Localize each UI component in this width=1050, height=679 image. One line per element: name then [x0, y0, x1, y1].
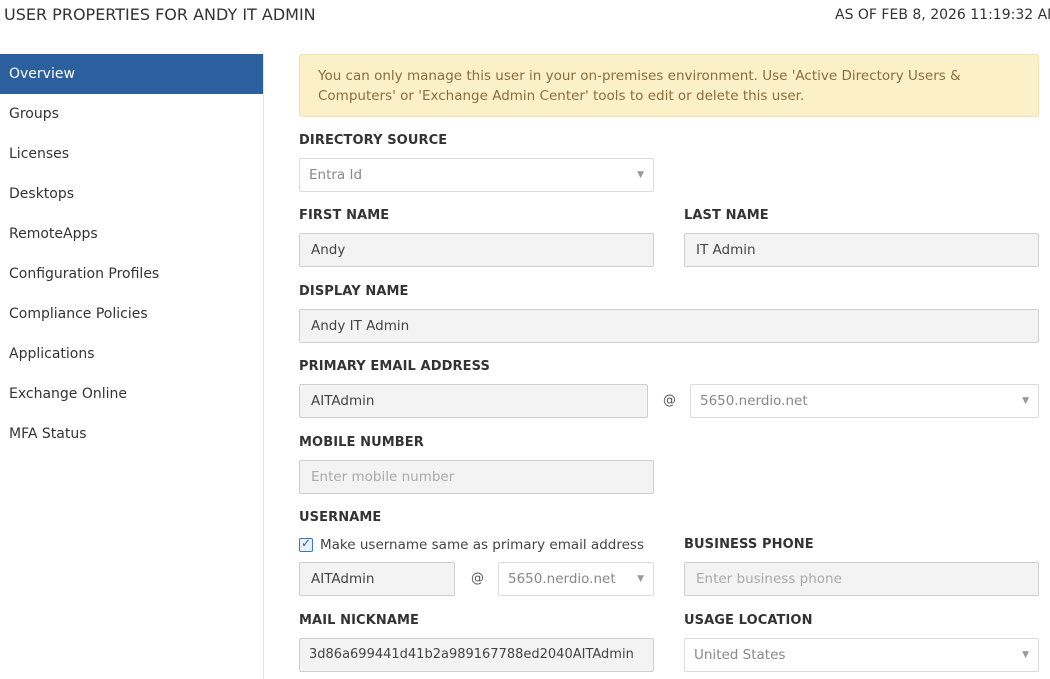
chevron-down-icon: ▼ [1022, 396, 1029, 406]
usage-location-value: United States [694, 647, 786, 663]
email-at-symbol: @ [663, 393, 676, 408]
on-premises-warning-alert: You can only manage this user in your on… [299, 54, 1039, 117]
mobile-number-field[interactable]: Enter mobile number [299, 460, 654, 494]
username-domain-value: 5650.nerdio.net [508, 571, 616, 587]
as-of-timestamp: AS OF FEB 8, 2026 11:19:32 AM [835, 7, 1050, 23]
sidebar-item-compliance-policies[interactable]: Compliance Policies [0, 294, 263, 334]
primary-email-field[interactable]: AITAdmin [299, 384, 648, 418]
sidebar-item-exchange-online[interactable]: Exchange Online [0, 374, 263, 414]
username-at-symbol: @ [471, 571, 484, 586]
sidebar-item-configuration-profiles[interactable]: Configuration Profiles [0, 254, 263, 294]
mobile-number-label: MOBILE NUMBER [299, 435, 424, 450]
display-name-field[interactable]: Andy IT Admin [299, 309, 1039, 343]
directory-source-value: Entra Id [309, 167, 363, 183]
mail-nickname-field[interactable]: 3d86a699441d41b2a989167788ed2040AITAdmin [299, 638, 654, 672]
directory-source-label: DIRECTORY SOURCE [299, 133, 448, 148]
page-title: USER PROPERTIES FOR ANDY IT ADMIN [4, 5, 316, 24]
last-name-field[interactable]: IT Admin [684, 233, 1039, 267]
first-name-field[interactable]: Andy [299, 233, 654, 267]
display-name-label: DISPLAY NAME [299, 284, 409, 299]
mail-nickname-label: MAIL NICKNAME [299, 613, 420, 628]
business-phone-field[interactable]: Enter business phone [684, 562, 1039, 596]
sidebar-item-mfa-status[interactable]: MFA Status [0, 414, 263, 454]
sidebar-item-applications[interactable]: Applications [0, 334, 263, 374]
primary-email-domain-value: 5650.nerdio.net [700, 393, 808, 409]
username-domain-select[interactable]: 5650.nerdio.net ▼ [498, 562, 654, 596]
sidebar-nav: Overview Groups Licenses Desktops Remote… [0, 54, 264, 679]
primary-email-domain-select[interactable]: 5650.nerdio.net ▼ [690, 384, 1039, 418]
chevron-down-icon: ▼ [1022, 650, 1029, 660]
usage-location-label: USAGE LOCATION [684, 613, 813, 628]
directory-source-select[interactable]: Entra Id ▼ [299, 158, 654, 192]
same-as-email-checkbox-label[interactable]: Make username same as primary email addr… [320, 537, 644, 553]
sidebar-item-remoteapps[interactable]: RemoteApps [0, 214, 263, 254]
checkmark-icon: ✓ [301, 536, 312, 550]
chevron-down-icon: ▼ [637, 574, 644, 584]
chevron-down-icon: ▼ [637, 170, 644, 180]
usage-location-select[interactable]: United States ▼ [684, 638, 1039, 672]
sidebar-item-licenses[interactable]: Licenses [0, 134, 263, 174]
business-phone-label: BUSINESS PHONE [684, 537, 814, 552]
primary-email-label: PRIMARY EMAIL ADDRESS [299, 359, 490, 374]
last-name-label: LAST NAME [684, 208, 769, 223]
username-field[interactable]: AITAdmin [299, 562, 455, 596]
username-label: USERNAME [299, 510, 382, 525]
sidebar-item-overview[interactable]: Overview [0, 54, 263, 94]
sidebar-item-desktops[interactable]: Desktops [0, 174, 263, 214]
first-name-label: FIRST NAME [299, 208, 390, 223]
sidebar-item-groups[interactable]: Groups [0, 94, 263, 134]
same-as-email-checkbox[interactable]: ✓ [299, 536, 313, 552]
